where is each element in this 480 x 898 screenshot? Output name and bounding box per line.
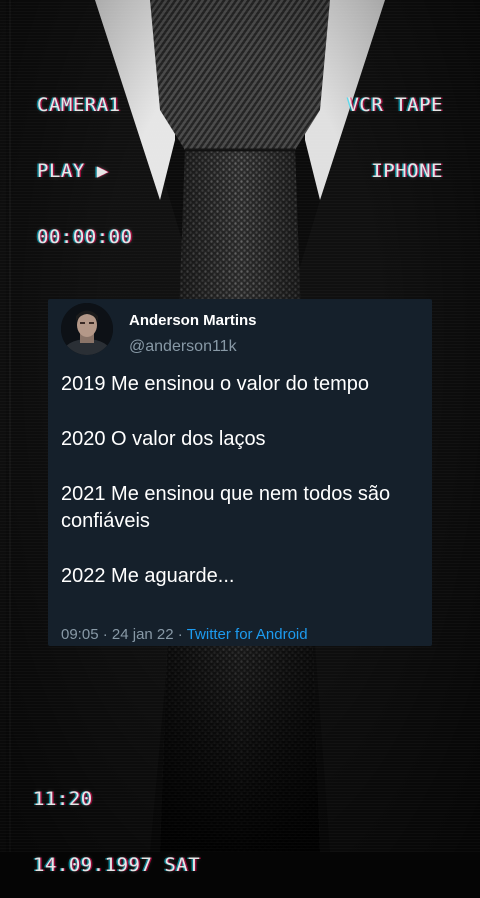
vcr-device-label: IPHONE xyxy=(371,160,443,182)
vcr-top-right: VCR TAPE IPHONE xyxy=(347,50,443,204)
vcr-camera-label: CAMERA1 xyxy=(37,94,121,116)
tweet-text: 2019 Me ensinou o valor do tempo 2020 O … xyxy=(61,371,421,618)
avatar[interactable] xyxy=(61,303,113,355)
vcr-date: 14.09.1997 SAT xyxy=(33,854,201,876)
tweet-card[interactable]: Anderson Martins @anderson11k 2019 Me en… xyxy=(48,299,432,646)
tweet-line-2019: 2019 Me ensinou o valor do tempo xyxy=(61,373,369,395)
tweet-time: 09:05 xyxy=(61,626,99,643)
vcr-tape-label: VCR TAPE xyxy=(347,94,443,116)
vcr-clock: 11:20 xyxy=(33,788,93,810)
avatar-image xyxy=(61,303,113,355)
tweet-author-name[interactable]: Anderson Martins xyxy=(129,312,257,329)
tweet-source-link[interactable]: Twitter for Android xyxy=(187,626,308,643)
tweet-author-handle[interactable]: @anderson11k xyxy=(129,338,237,356)
vcr-play-label: PLAY ▶ xyxy=(37,160,109,182)
vcr-bottom-left: 11:20 14.09.1997 SAT xyxy=(33,744,200,898)
meta-separator: · xyxy=(102,626,108,643)
tweet-line-2022: 2022 Me aguarde... xyxy=(61,565,235,587)
vcr-timecode: 00:00:00 xyxy=(37,226,133,248)
meta-separator: · xyxy=(177,626,183,643)
tweet-date[interactable]: 24 jan 22 xyxy=(112,626,174,643)
tweet-meta: 09:05 · 24 jan 22 · Twitter for Android xyxy=(61,626,308,643)
vcr-top-left: CAMERA1 PLAY ▶ 00:00:00 xyxy=(37,50,133,270)
tweet-line-2020: 2020 O valor dos laços xyxy=(61,428,266,450)
tweet-line-2021: 2021 Me ensinou que nem todos são confiá… xyxy=(61,483,391,532)
